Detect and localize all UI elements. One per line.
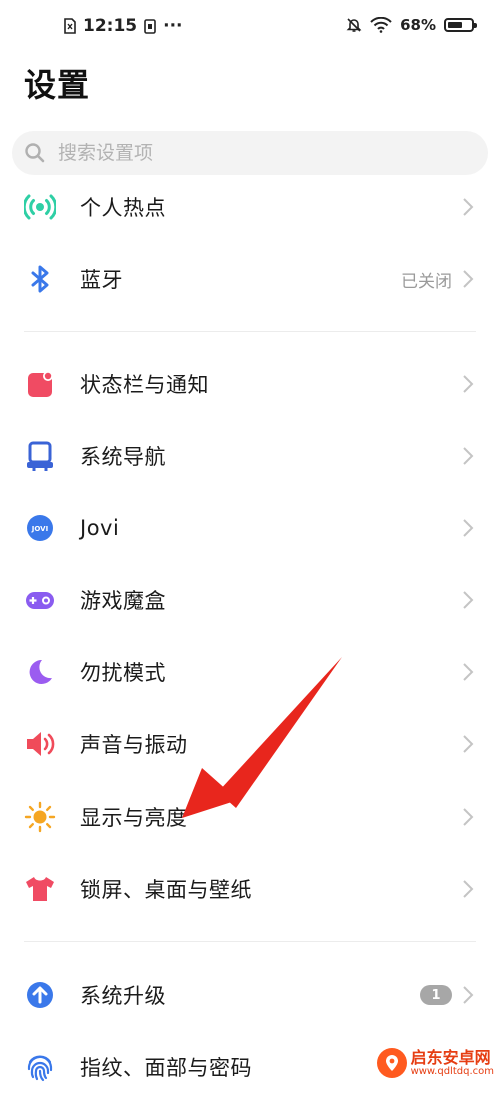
upgrade-icon (24, 979, 56, 1011)
settings-item-display[interactable]: 显示与亮度 (0, 781, 500, 853)
moon-icon (24, 656, 56, 688)
settings-item-label: 勿扰模式 (80, 661, 166, 685)
chevron-right-icon (463, 986, 474, 1004)
battery-level (448, 22, 462, 28)
status-right: 68% (346, 16, 477, 34)
settings-item-label: 状态栏与通知 (80, 373, 209, 397)
watermark: 启东安卓网 www.qdltdq.com (376, 1047, 494, 1078)
settings-item-label: 系统导航 (80, 445, 166, 469)
settings-item-bluetooth[interactable]: 蓝牙 已关闭 (0, 243, 500, 315)
watermark-logo-icon (376, 1048, 407, 1078)
settings-item-label: 指纹、面部与密码 (80, 1056, 252, 1080)
fingerprint-icon (24, 1051, 56, 1083)
search-input[interactable] (56, 141, 440, 165)
hotspot-icon (24, 191, 56, 223)
mute-bell-icon (346, 18, 362, 32)
settings-item-label: 个人热点 (80, 196, 166, 220)
settings-item-status-bar[interactable]: 状态栏与通知 (0, 348, 500, 420)
chevron-right-icon (463, 591, 474, 609)
jovi-icon: JOVI (24, 512, 56, 544)
bluetooth-icon (24, 263, 56, 295)
chevron-right-icon (463, 198, 474, 216)
status-time: 12:15 (83, 16, 138, 36)
watermark-url: www.qdltdq.com (410, 1066, 494, 1078)
bluetooth-status: 已关闭 (401, 271, 452, 292)
settings-item-sound[interactable]: 声音与振动 (0, 708, 500, 780)
chevron-right-icon (463, 808, 474, 826)
sun-icon (24, 801, 56, 833)
navigation-icon (24, 440, 56, 472)
jovi-icon-text: JOVI (31, 525, 48, 533)
settings-item-wallpaper[interactable]: 锁屏、桌面与壁纸 (0, 853, 500, 925)
search-icon (25, 143, 45, 163)
chevron-right-icon (463, 519, 474, 537)
settings-item-label: 游戏魔盒 (80, 589, 166, 613)
battery-icon (444, 18, 477, 32)
update-count-badge: 1 (420, 985, 452, 1005)
notification-icon (24, 368, 56, 400)
section-divider (24, 941, 476, 942)
chevron-right-icon (463, 270, 474, 288)
tshirt-icon (24, 873, 56, 905)
settings-item-hotspot[interactable]: 个人热点 (0, 171, 500, 243)
settings-item-label: 声音与振动 (80, 733, 188, 757)
settings-item-game-box[interactable]: 游戏魔盒 (0, 564, 500, 636)
chevron-right-icon (463, 880, 474, 898)
settings-item-label: Jovi (80, 516, 120, 540)
app-notification-icon (144, 19, 156, 34)
wifi-icon (370, 17, 392, 33)
chevron-right-icon (463, 375, 474, 393)
chevron-right-icon (463, 735, 474, 753)
game-box-icon (24, 584, 56, 616)
search-bar[interactable] (12, 131, 488, 175)
settings-item-label: 锁屏、桌面与壁纸 (80, 878, 252, 902)
watermark-name: 启东安卓网 (410, 1047, 491, 1067)
page-title: 设置 (24, 66, 91, 104)
settings-item-system-upgrade[interactable]: 系统升级 1 (0, 959, 500, 1031)
sim-icon (64, 18, 76, 34)
status-more-icon: ··· (163, 16, 183, 36)
settings-item-do-not-disturb[interactable]: 勿扰模式 (0, 636, 500, 708)
battery-percent: 68% (400, 16, 436, 34)
settings-item-jovi[interactable]: JOVI Jovi (0, 492, 500, 564)
section-divider (24, 331, 476, 332)
settings-item-label: 显示与亮度 (80, 806, 188, 830)
settings-item-label: 系统升级 (80, 984, 166, 1008)
status-left: 12:15 ··· (64, 16, 183, 36)
status-bar: 12:15 ··· 68% (0, 0, 500, 56)
settings-item-navigation[interactable]: 系统导航 (0, 420, 500, 492)
settings-item-label: 蓝牙 (80, 268, 123, 292)
chevron-right-icon (463, 663, 474, 681)
chevron-right-icon (463, 447, 474, 465)
speaker-icon (24, 728, 56, 760)
